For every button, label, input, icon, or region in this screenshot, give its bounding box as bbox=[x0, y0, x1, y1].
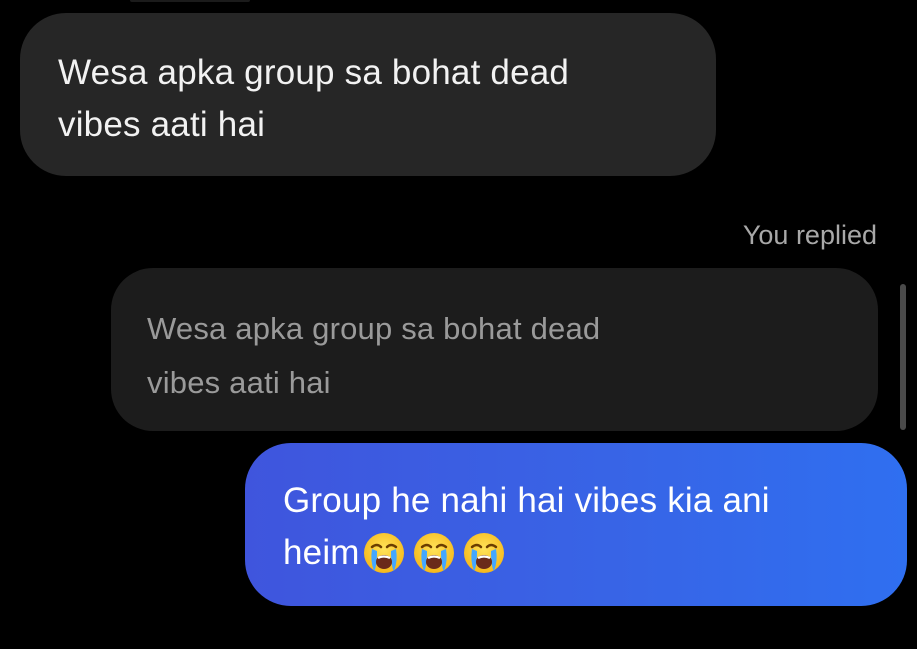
quoted-message-text: Wesa apka group sa bohat dead vibes aati… bbox=[147, 311, 601, 400]
emoji-group bbox=[362, 531, 506, 575]
outgoing-message-line-1: Group he nahi hai vibes kia ani bbox=[283, 475, 877, 527]
loudly-crying-face-icon bbox=[413, 533, 454, 573]
quoted-message-bubble[interactable]: Wesa apka group sa bohat dead vibes aati… bbox=[111, 268, 878, 431]
top-edge-divider bbox=[130, 0, 250, 2]
outgoing-message-text-1: Group he nahi hai vibes kia ani bbox=[283, 481, 770, 520]
outgoing-message-bubble[interactable]: Group he nahi hai vibes kia ani heim bbox=[245, 443, 907, 606]
incoming-message-text: Wesa apka group sa bohat dead vibes aati… bbox=[58, 53, 570, 144]
loudly-crying-face-icon bbox=[363, 533, 404, 573]
outgoing-message-text-2: heim bbox=[283, 533, 360, 572]
incoming-message-bubble[interactable]: Wesa apka group sa bohat dead vibes aati… bbox=[20, 13, 716, 176]
loudly-crying-face-icon bbox=[463, 533, 504, 573]
reply-indicator-bar bbox=[900, 284, 906, 430]
outgoing-message-line-2: heim bbox=[283, 527, 877, 579]
chat-thread: Wesa apka group sa bohat dead vibes aati… bbox=[0, 0, 917, 649]
reply-caption: You replied bbox=[742, 220, 877, 250]
